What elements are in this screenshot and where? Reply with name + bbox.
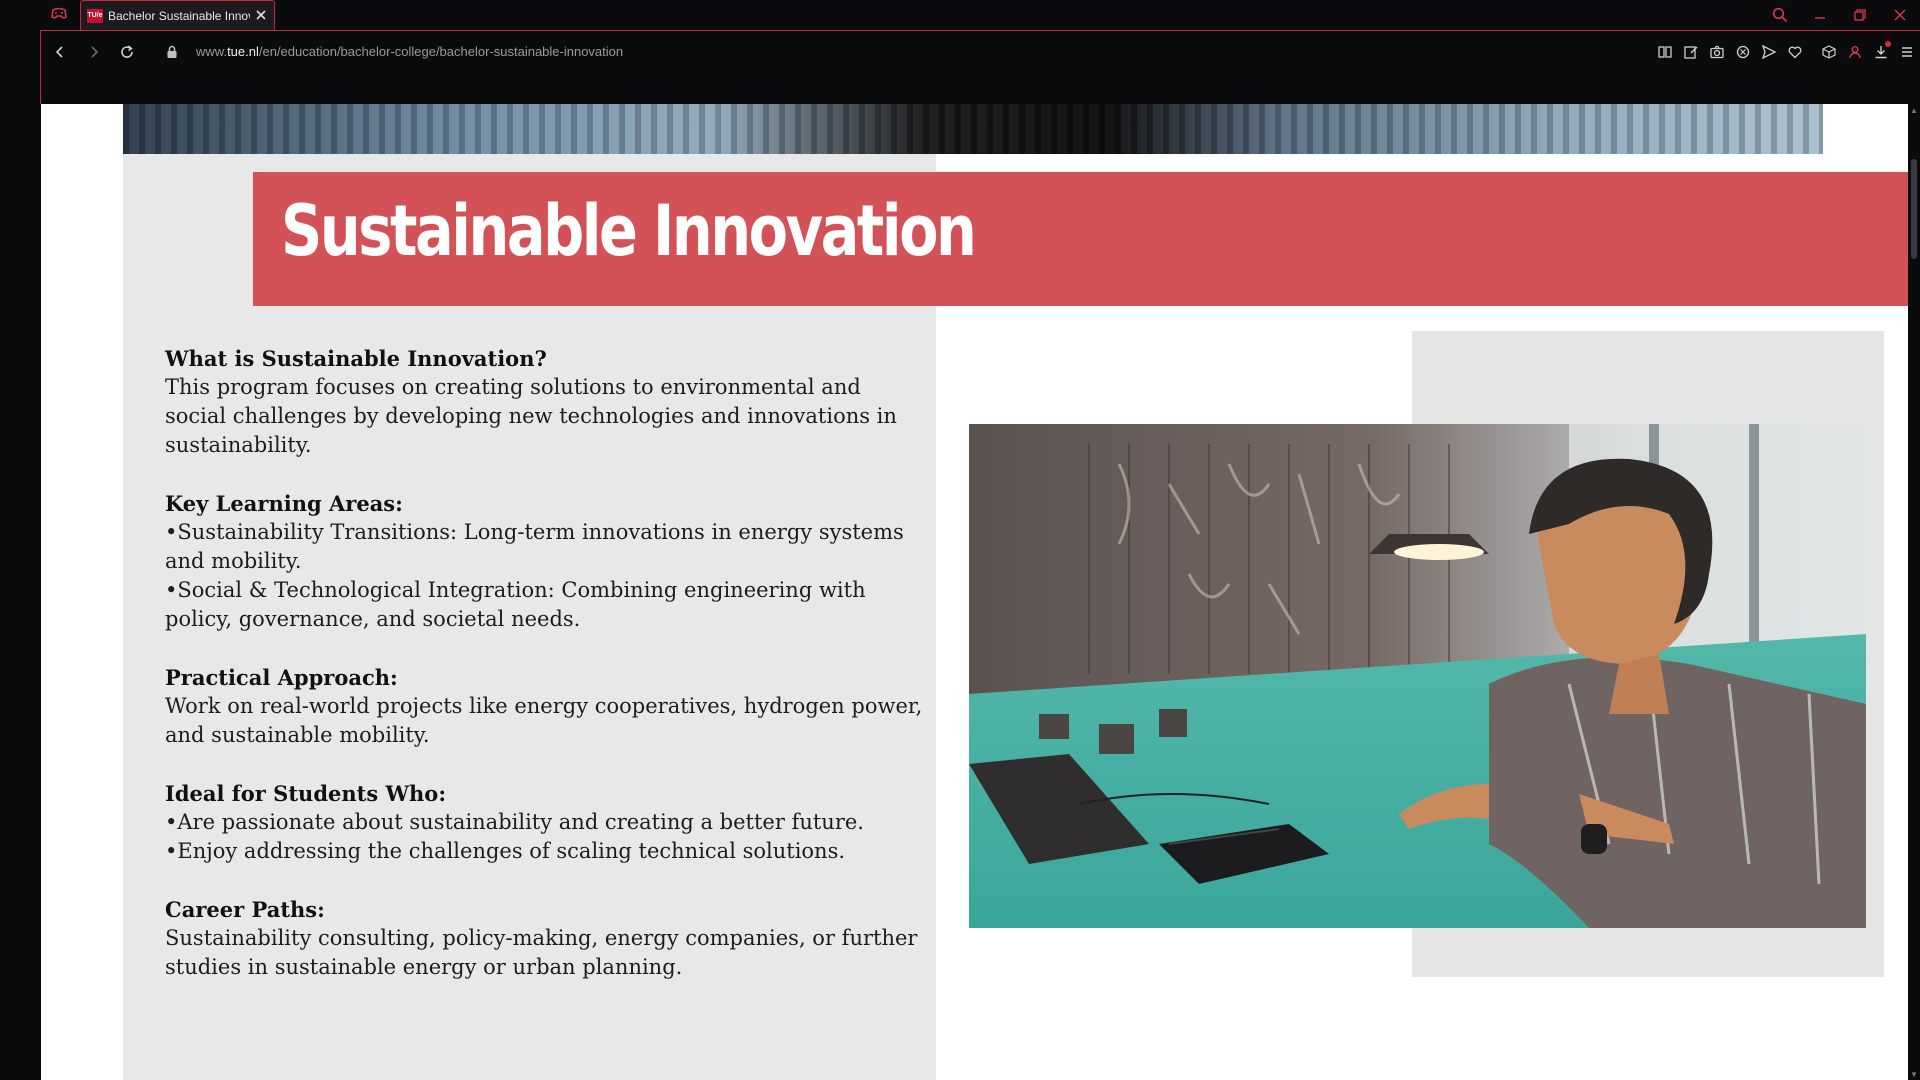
list-item: •Enjoy addressing the challenges of scal…	[165, 839, 846, 863]
student-illustration-image	[969, 424, 1866, 928]
menu-icon[interactable]	[1894, 39, 1920, 65]
list-item: •Social & Technological Integration: Com…	[165, 578, 866, 631]
scroll-down-icon[interactable]: ▼	[1910, 1070, 1918, 1079]
page-title: Sustainable Innovation	[281, 190, 977, 272]
section-practical: Practical Approach: Work on real-world p…	[165, 663, 925, 750]
section-key-learning: Key Learning Areas: •Sustainability Tran…	[165, 489, 925, 634]
edit-icon[interactable]	[1678, 39, 1704, 65]
program-description: What is Sustainable Innovation? This pro…	[165, 344, 925, 1011]
browser-toolbar-icons	[1652, 39, 1920, 65]
section-heading: Key Learning Areas:	[165, 491, 403, 516]
section-text: This program focuses on creating solutio…	[165, 375, 897, 457]
section-heading: Practical Approach:	[165, 665, 398, 690]
url-host: tue.nl	[227, 44, 259, 59]
section-heading: Ideal for Students Who:	[165, 781, 447, 806]
heart-icon[interactable]	[1782, 39, 1808, 65]
downloads-icon[interactable]	[1868, 39, 1894, 65]
section-heading: What is Sustainable Innovation?	[165, 346, 547, 371]
scrollbar-thumb[interactable]	[1911, 159, 1917, 259]
section-ideal-students: Ideal for Students Who: •Are passionate …	[165, 779, 925, 866]
section-career: Career Paths: Sustainability consulting,…	[165, 895, 925, 982]
url-prefix: www.	[196, 44, 228, 59]
gx-browser-logo-icon[interactable]	[50, 7, 68, 21]
reload-icon[interactable]	[116, 41, 138, 63]
page-viewport[interactable]: Sustainable Innovation What is Sustainab…	[41, 104, 1908, 1080]
close-window-icon[interactable]	[1880, 0, 1920, 30]
send-icon[interactable]	[1756, 39, 1782, 65]
tue-favicon-icon: TU/e	[87, 8, 103, 23]
section-text: Sustainability consulting, policy-making…	[165, 926, 918, 979]
back-icon[interactable]	[49, 41, 71, 63]
minimize-icon[interactable]	[1800, 0, 1840, 30]
close-tab-icon[interactable]	[254, 8, 268, 22]
reader-mode-icon[interactable]	[1652, 39, 1678, 65]
scroll-up-icon[interactable]: ▲	[1910, 106, 1918, 115]
list-item: •Are passionate about sustainability and…	[165, 810, 864, 834]
address-bar-row: www.tue.nl/en/education/bachelor-college…	[40, 30, 1920, 73]
search-icon[interactable]	[1760, 0, 1800, 30]
tab-title: Bachelor Sustainable Innov	[108, 8, 250, 23]
browser-sidebar	[0, 30, 40, 1080]
camera-icon[interactable]	[1704, 39, 1730, 65]
page-scrollbar[interactable]: ▲ ▼	[1908, 104, 1920, 1080]
url-path: /en/education/bachelor-college/bachelor-…	[258, 44, 624, 59]
toolbar-spacer	[40, 73, 1920, 104]
list-item: •Sustainability Transitions: Long-term i…	[165, 520, 904, 573]
notification-dot	[1885, 41, 1891, 47]
section-text: Work on real-world projects like energy …	[165, 694, 923, 747]
section-heading: Career Paths:	[165, 897, 325, 922]
lock-icon[interactable]	[165, 45, 179, 59]
browser-titlebar: TU/e Bachelor Sustainable Innov	[0, 0, 1920, 30]
window-controls	[1760, 0, 1920, 30]
restore-icon[interactable]	[1840, 0, 1880, 30]
profile-icon[interactable]	[1842, 39, 1868, 65]
forward-icon[interactable]	[83, 41, 105, 63]
tab-active[interactable]: TU/e Bachelor Sustainable Innov	[80, 0, 275, 30]
extensions-cube-icon[interactable]	[1816, 39, 1842, 65]
hero-image-strip	[123, 104, 1823, 154]
adblock-icon[interactable]	[1730, 39, 1756, 65]
section-what-is: What is Sustainable Innovation? This pro…	[165, 344, 925, 460]
title-banner: Sustainable Innovation	[253, 172, 1908, 306]
url-field[interactable]: www.tue.nl/en/education/bachelor-college…	[196, 44, 623, 59]
